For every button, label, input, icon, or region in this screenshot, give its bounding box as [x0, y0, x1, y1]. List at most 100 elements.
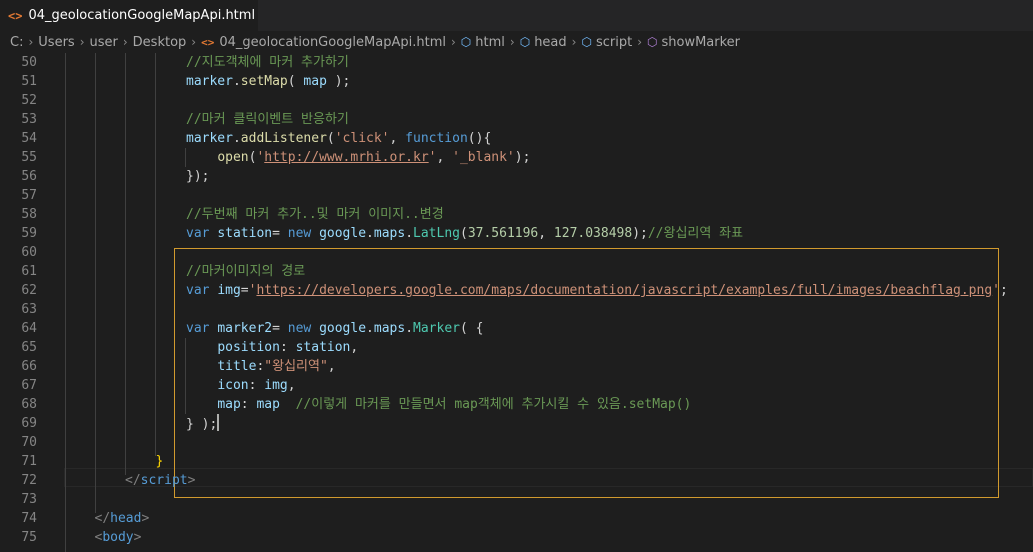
method-cube-icon: ⬡: [647, 35, 658, 49]
breadcrumb-item-script[interactable]: ⬡ script: [581, 35, 632, 50]
line-number: 72: [21, 473, 37, 488]
element-cube-icon: ⬡: [581, 35, 592, 49]
code-line[interactable]: 50 //지도객체에 마커 추가하기: [0, 53, 1033, 72]
code-token: //지도객체에 마커 추가하기: [186, 55, 349, 70]
html-file-icon: <>: [201, 35, 215, 49]
code-line[interactable]: 70: [0, 433, 1033, 452]
line-number: 64: [21, 321, 37, 336]
code-line[interactable]: 67 icon: img,: [0, 376, 1033, 395]
code-token: LatLng: [413, 226, 460, 241]
code-text: <body>: [95, 528, 142, 547]
code-line[interactable]: 63: [0, 300, 1033, 319]
code-line[interactable]: 72 </script>: [0, 471, 1033, 490]
code-token: );: [514, 150, 531, 165]
code-line[interactable]: 56});: [0, 167, 1033, 186]
code-line[interactable]: 73: [0, 490, 1033, 509]
code-token: (: [287, 74, 304, 89]
code-token: script: [140, 473, 188, 488]
code-token: marker: [186, 131, 233, 146]
code-line[interactable]: 74 </head>: [0, 509, 1033, 528]
line-number: 59: [21, 226, 37, 241]
code-text: </head>: [95, 509, 150, 528]
code-token: google: [319, 226, 367, 241]
editor-tab[interactable]: <> 04_geolocationGoogleMapApi.html: [0, 0, 258, 31]
code-token: setMap: [240, 74, 288, 89]
code-line[interactable]: 68 map: map //이렇게 마커를 만들면서 map객체에 추가시킬 수…: [0, 395, 1033, 414]
breadcrumb-item-file[interactable]: <> 04_geolocationGoogleMapApi.html: [201, 35, 446, 50]
line-number: 69: [21, 416, 37, 431]
code-line[interactable]: 69 } );: [0, 414, 1033, 433]
line-number: 67: [21, 378, 37, 393]
code-line[interactable]: 53 //마커 클릭이벤트 반응하기: [0, 110, 1033, 129]
code-text: } );: [186, 414, 220, 434]
code-line[interactable]: 55 open('http://www.mrhi.or.kr', '_blank…: [0, 148, 1033, 167]
chevron-right-icon: ›: [28, 35, 34, 49]
chevron-right-icon: ›: [509, 35, 515, 49]
code-token: marker: [186, 74, 233, 89]
breadcrumb-item-desktop[interactable]: Desktop: [133, 35, 187, 50]
code-text: position: station,: [186, 338, 358, 357]
code-line[interactable]: 66 title:"왕십리역",: [0, 357, 1033, 376]
line-number: 55: [21, 150, 37, 165]
code-text: marker.setMap( map );: [186, 72, 350, 91]
code-token: new: [287, 321, 312, 336]
code-line[interactable]: 52: [0, 91, 1033, 110]
line-number: 52: [21, 93, 37, 108]
code-line[interactable]: 58 //두번째 마커 추가..및 마커 이미지..변경: [0, 205, 1033, 224]
line-number: 57: [21, 188, 37, 203]
code-token: //두번째 마커 추가..및 마커 이미지..변경: [186, 207, 444, 222]
breadcrumb-item-drive[interactable]: C:: [10, 35, 23, 50]
code-token: .: [366, 321, 374, 336]
code-token: );: [632, 226, 648, 241]
breadcrumb-item-users[interactable]: Users: [38, 35, 74, 50]
code-line[interactable]: 65 position: station,: [0, 338, 1033, 357]
code-line[interactable]: 71}: [0, 452, 1033, 471]
code-line[interactable]: 51 marker.setMap( map );: [0, 72, 1033, 91]
code-line[interactable]: 59 var station= new google.maps.LatLng(37…: [0, 224, 1033, 243]
chevron-right-icon: ›: [79, 35, 85, 49]
line-number: 53: [21, 112, 37, 127]
code-token: station: [295, 340, 351, 355]
line-number: 56: [21, 169, 37, 184]
chevron-right-icon: ›: [637, 35, 642, 49]
code-token: open: [217, 150, 249, 165]
code-line[interactable]: 64 var marker2= new google.maps.Marker( {: [0, 319, 1033, 338]
breadcrumb-item-html[interactable]: ⬡ html: [461, 35, 505, 50]
code-editor[interactable]: 50//지도객체에 마커 추가하기 51 marker.setMap( map );…: [0, 53, 1033, 552]
line-number: 73: [21, 492, 37, 507]
code-text: var station= new google.maps.LatLng(37.5…: [186, 224, 743, 243]
code-token: "왕십리역": [264, 359, 328, 374]
code-line[interactable]: 57: [0, 186, 1033, 205]
element-cube-icon: ⬡: [460, 35, 472, 49]
code-token: :: [248, 378, 265, 393]
code-token: 127.038498: [553, 226, 633, 241]
code-token: ': [992, 283, 1000, 298]
line-number: 65: [21, 340, 37, 355]
code-token: });: [186, 169, 210, 184]
code-token: ,: [287, 378, 296, 393]
code-token: //왕십리역 좌표: [647, 226, 744, 241]
line-number: 54: [21, 131, 37, 146]
code-token: new: [287, 226, 312, 241]
breadcrumb-item-user[interactable]: user: [90, 35, 118, 50]
line-number: 75: [21, 530, 37, 545]
code-line[interactable]: 60: [0, 243, 1033, 262]
code-token: 37.561196: [467, 226, 539, 241]
code-line[interactable]: 75 <body>: [0, 528, 1033, 547]
chevron-right-icon: ›: [191, 35, 197, 49]
code-token: >: [133, 530, 142, 545]
code-line[interactable]: 61 //마커이미지의 경로: [0, 262, 1033, 281]
chevron-right-icon: ›: [571, 35, 577, 49]
code-token: title: [217, 359, 257, 374]
code-token: }: [155, 454, 164, 469]
code-line[interactable]: 62 var img= 'https://developers.google.com…: [0, 281, 1033, 300]
breadcrumb-item-head[interactable]: ⬡ head: [520, 35, 567, 50]
line-number: 68: [21, 397, 37, 412]
code-text: marker.addListener('click', function(){: [186, 129, 491, 148]
code-token: ,: [327, 359, 336, 374]
code-line[interactable]: 54 marker.addListener('click', function()…: [0, 129, 1033, 148]
breadcrumb-item-showmarker[interactable]: ⬡ showMarker: [647, 35, 740, 50]
